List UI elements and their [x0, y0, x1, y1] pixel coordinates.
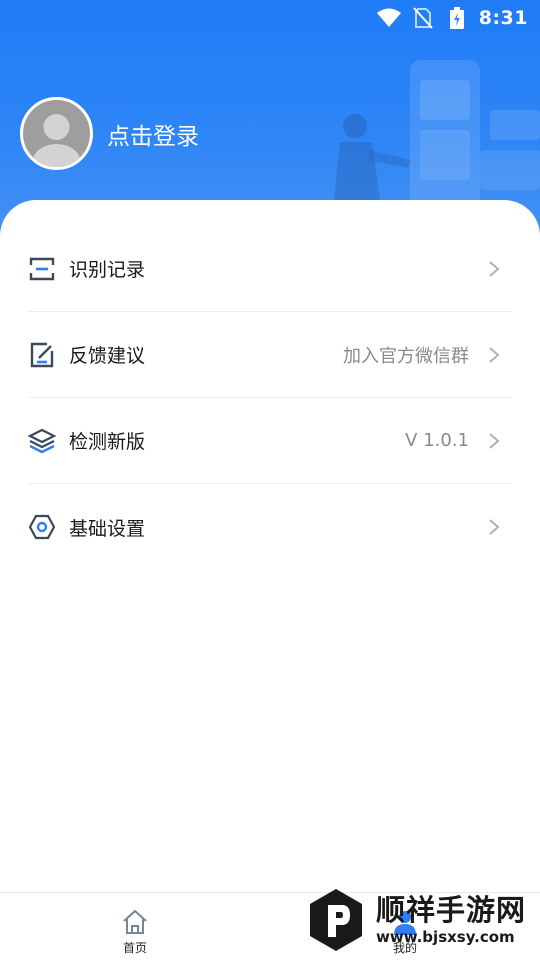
watermark: 顺祥手游网 www.bjsxsy.com — [306, 884, 536, 956]
app-version: V 1.0.1 — [405, 430, 469, 451]
login-link[interactable]: 点击登录 — [107, 117, 199, 151]
wechat-group-link[interactable]: 加入官方微信群 — [343, 342, 469, 368]
chevron-right-icon — [488, 518, 502, 536]
menu-label: 检测新版 — [69, 431, 146, 453]
chevron-right-icon — [488, 432, 502, 450]
menu-item-feedback[interactable]: 反馈建议 加入官方微信群 — [28, 312, 512, 398]
status-time: 8:31 — [478, 7, 528, 29]
menu-list: 识别记录 反馈建议 加入官方微信群 检测新版 V 1.0.1 基础设置 — [28, 226, 512, 570]
battery-charging-icon — [445, 7, 469, 29]
nav-tab-home[interactable]: 首页 — [75, 893, 195, 960]
menu-label: 基础设置 — [69, 517, 146, 540]
menu-card: 识别记录 反馈建议 加入官方微信群 检测新版 V 1.0.1 基础设置 — [0, 200, 540, 892]
profile-row: 点击登录 — [20, 97, 199, 170]
status-bar: 8:31 — [376, 4, 528, 32]
watermark-title: 顺祥手游网 — [376, 893, 527, 927]
nav-label-home: 首页 — [122, 941, 147, 955]
menu-item-check-update[interactable]: 检测新版 V 1.0.1 — [28, 398, 512, 484]
menu-item-basic-settings[interactable]: 基础设置 — [28, 484, 512, 570]
menu-label: 识别记录 — [69, 259, 146, 281]
home-icon — [120, 907, 150, 937]
chevron-right-icon — [488, 346, 502, 364]
feedback-edit-icon — [28, 341, 56, 369]
watermark-text: 顺祥手游网 www.bjsxsy.com — [376, 893, 526, 947]
default-avatar-icon — [32, 114, 81, 167]
layers-icon — [28, 427, 56, 455]
menu-item-recognition-records[interactable]: 识别记录 — [28, 226, 512, 312]
watermark-logo-icon — [310, 889, 362, 951]
scan-record-icon — [28, 255, 56, 283]
watermark-url: www.bjsxsy.com — [376, 928, 515, 946]
avatar[interactable] — [20, 97, 93, 170]
no-sim-icon — [411, 7, 435, 29]
chevron-right-icon — [488, 260, 502, 278]
menu-label: 反馈建议 — [69, 345, 146, 367]
wifi-icon — [376, 7, 401, 29]
settings-hexagon-icon — [28, 513, 56, 541]
